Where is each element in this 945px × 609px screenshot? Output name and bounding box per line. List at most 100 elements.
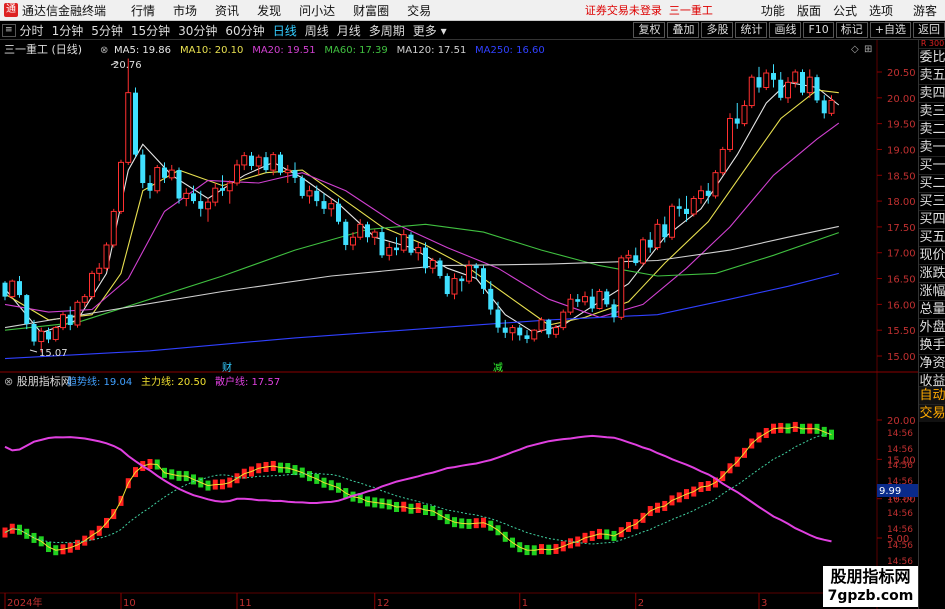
candle-body	[575, 299, 581, 302]
menu-function[interactable]: 功能	[755, 2, 791, 19]
candle-body	[234, 164, 240, 184]
overlay-button[interactable]: 叠加	[667, 22, 700, 38]
candle-body	[596, 290, 603, 309]
statistics-button[interactable]: 统计	[735, 22, 768, 38]
candle-body	[473, 265, 479, 269]
draw-line-button[interactable]: 画线	[769, 22, 802, 38]
candle-body	[676, 206, 682, 209]
candle-body	[212, 187, 219, 203]
candle-body	[263, 157, 269, 171]
mark-button[interactable]: 标记	[835, 22, 868, 38]
candle-body	[451, 278, 458, 295]
candle-body	[60, 314, 66, 329]
side-item-price[interactable]: 现价	[919, 246, 945, 264]
candle-body	[386, 247, 393, 256]
period-weekly[interactable]: 周线	[301, 22, 333, 39]
current-value-label: 9.99	[879, 486, 901, 497]
price-tick-label: 16.00	[887, 300, 916, 311]
menu-formula[interactable]: 公式	[827, 2, 863, 19]
side-item-volume[interactable]: 总量	[919, 300, 945, 318]
side-item-auto[interactable]: 自动	[919, 386, 945, 404]
reduce-mark[interactable]: 减	[493, 362, 503, 374]
menu-icon[interactable]: ≡	[2, 23, 16, 37]
candle-body	[89, 272, 95, 298]
restore-rights-button[interactable]: 复权	[633, 22, 666, 38]
side-item-trade[interactable]: 交易	[919, 404, 945, 422]
period-daily[interactable]: 日线	[269, 22, 301, 39]
candle-body	[734, 118, 740, 124]
menu-ask[interactable]: 问小达	[290, 2, 344, 19]
candle-body	[357, 223, 364, 238]
candle-body	[509, 327, 516, 334]
expand-icon[interactable]: ⊞	[864, 44, 872, 55]
menu-layout[interactable]: 版面	[791, 2, 827, 19]
menu-wealth[interactable]: 财富圈	[344, 2, 398, 19]
menu-quotes[interactable]: 行情	[122, 2, 164, 19]
candle-body	[669, 205, 675, 238]
period-5min[interactable]: 5分钟	[87, 22, 127, 39]
side-item-buy1[interactable]: 买一	[919, 156, 945, 174]
f10-button[interactable]: F10	[803, 22, 834, 38]
candle-body	[226, 182, 233, 192]
candle-body	[343, 221, 349, 245]
side-item-buy5[interactable]: 买五	[919, 228, 945, 246]
guest-user[interactable]: 游客	[913, 2, 937, 19]
back-button[interactable]: 返回	[913, 22, 945, 38]
candle-body	[205, 201, 211, 210]
period-more[interactable]: 更多 ▾	[409, 22, 451, 39]
time-label: 1	[522, 598, 528, 609]
finance-mark[interactable]: 财	[222, 361, 232, 374]
ma-legend-0: MA5: 19.86	[114, 45, 171, 56]
menu-options[interactable]: 选项	[863, 2, 899, 19]
candle-body	[379, 232, 385, 256]
menu-market[interactable]: 市场	[164, 2, 206, 19]
candle-body	[719, 148, 726, 174]
kline-chart[interactable]: 20.50 20.00 19.50 19.00 18.50 18.00 17.50 17.00…	[0, 40, 918, 609]
add-watchlist-button[interactable]: +自选	[869, 22, 911, 38]
side-item-sell3[interactable]: 卖三	[919, 102, 945, 120]
time-label: 2	[638, 598, 644, 609]
price-tick-label: 15.00	[887, 352, 916, 363]
period-multi[interactable]: 多周期	[365, 22, 409, 39]
login-notice[interactable]: 证券交易未登录 三一重工	[585, 2, 713, 18]
period-30min[interactable]: 30分钟	[174, 22, 221, 39]
candle-body	[582, 296, 588, 303]
candle-body	[133, 92, 138, 155]
side-item-buy3[interactable]: 买三	[919, 192, 945, 210]
side-item-change[interactable]: 涨跌	[919, 264, 945, 282]
period-monthly[interactable]: 月线	[333, 22, 365, 39]
candle-body	[183, 192, 190, 200]
candle-body	[306, 190, 313, 197]
candle-body	[481, 268, 486, 289]
time-label: 3	[761, 598, 767, 609]
side-item-sell2[interactable]: 卖二	[919, 120, 945, 138]
period-60min[interactable]: 60分钟	[221, 22, 268, 39]
menu-trade[interactable]: 交易	[398, 2, 440, 19]
menu-discover[interactable]: 发现	[248, 2, 290, 19]
price-tick-label: 17.00	[887, 249, 916, 260]
candle-body	[538, 319, 545, 331]
menu-news[interactable]: 资讯	[206, 2, 248, 19]
side-item-change-pct[interactable]: 涨幅	[919, 282, 945, 300]
side-item-sell5[interactable]: 卖五	[919, 66, 945, 84]
price-tick-label: 17.50	[887, 223, 916, 234]
period-tick[interactable]: 分时	[16, 22, 48, 39]
candle-body	[81, 296, 88, 303]
side-item-turnover[interactable]: 换手	[919, 336, 945, 354]
side-item-sell4[interactable]: 卖四	[919, 84, 945, 102]
side-item-outer[interactable]: 外盘	[919, 318, 945, 336]
collapse-icon[interactable]: ⊗	[100, 45, 108, 56]
candle-body	[284, 169, 291, 174]
candle-body	[618, 257, 625, 318]
candle-body	[459, 278, 465, 282]
period-1min[interactable]: 1分钟	[48, 22, 88, 39]
multi-stock-button[interactable]: 多股	[701, 22, 734, 38]
side-item-sell1[interactable]: 卖一	[919, 138, 945, 156]
side-item-commission-ratio[interactable]: 委比	[919, 48, 945, 66]
price-tick-label: 16.50	[887, 275, 916, 286]
period-15min[interactable]: 15分钟	[127, 22, 174, 39]
diamond-icon[interactable]: ◇	[851, 44, 859, 55]
side-item-buy4[interactable]: 买四	[919, 210, 945, 228]
side-item-net-assets[interactable]: 净资	[919, 354, 945, 372]
side-item-buy2[interactable]: 买二	[919, 174, 945, 192]
